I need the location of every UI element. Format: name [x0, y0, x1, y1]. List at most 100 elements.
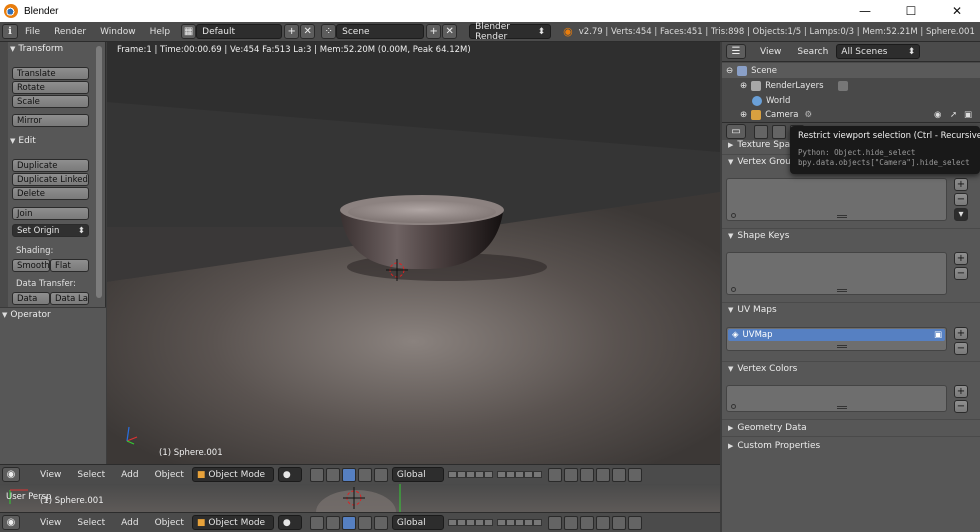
add-scene-icon[interactable]: +: [426, 24, 442, 39]
menu-render[interactable]: Render: [47, 27, 93, 37]
screen-layout-icon[interactable]: ▦: [181, 24, 197, 39]
object-mode-dropdown[interactable]: ■ Object Mode: [191, 467, 274, 482]
expand-icon[interactable]: ⊕: [740, 81, 747, 91]
add-shape-key-button[interactable]: +: [954, 252, 968, 265]
rotate-manipulator-icon[interactable]: [357, 467, 372, 482]
opengl-animation-icon[interactable]: [627, 515, 642, 530]
duplicate-linked-button[interactable]: Duplicate Linked: [12, 173, 89, 186]
tool-shelf-tabs[interactable]: [0, 42, 8, 312]
outliner-item-camera[interactable]: ⊕ Camera ⚙ ◉ ➚ ▣: [722, 107, 980, 122]
rotate-button[interactable]: Rotate: [12, 81, 89, 94]
snap-element-icon[interactable]: [595, 515, 610, 530]
menu-add[interactable]: Add: [113, 518, 146, 528]
scale-manipulator-icon[interactable]: [373, 515, 388, 530]
expand-icon[interactable]: ⊕: [740, 110, 747, 120]
data-layout-button[interactable]: Data La: [50, 292, 89, 305]
uv-maps-panel-header[interactable]: ▼ UV Maps: [728, 305, 777, 315]
lock-layers-icon[interactable]: [547, 467, 562, 482]
shape-keys-list[interactable]: [726, 252, 947, 295]
close-button[interactable]: ✕: [934, 0, 980, 22]
outliner-item-renderlayers[interactable]: ⊕ RenderLayers: [722, 78, 980, 93]
join-button[interactable]: Join: [12, 207, 89, 220]
tool-shelf-scrollbar[interactable]: [96, 46, 102, 298]
outliner-menu-search[interactable]: Search: [789, 47, 836, 57]
menu-select[interactable]: Select: [69, 518, 113, 528]
menu-view[interactable]: View: [32, 518, 69, 528]
viewport-shading-dropdown[interactable]: ●: [277, 467, 302, 482]
pivot-point-icon[interactable]: [309, 467, 324, 482]
scale-manipulator-icon[interactable]: [373, 467, 388, 482]
secondary-3d-viewport[interactable]: User Persp (1) Sphere.001: [0, 484, 720, 512]
screen-layout-field[interactable]: Default: [196, 24, 283, 39]
opengl-render-icon[interactable]: [611, 515, 626, 530]
3d-viewport[interactable]: Frame:1 | Time:00:00.69 | Ve:454 Fa:513 …: [107, 42, 720, 464]
scene-icon[interactable]: ⁘: [321, 24, 337, 39]
shape-keys-panel-header[interactable]: ▼ Shape Keys: [728, 231, 789, 241]
layer-buttons-2[interactable]: [496, 519, 542, 526]
outliner-item-world[interactable]: World: [722, 93, 980, 108]
menu-file[interactable]: File: [18, 27, 47, 37]
delete-scene-icon[interactable]: ✕: [442, 24, 458, 39]
vertex-colors-panel-header[interactable]: ▼ Vertex Colors: [728, 364, 797, 374]
translate-manipulator-icon[interactable]: [341, 467, 356, 482]
editor-type-icon[interactable]: ◉: [2, 467, 20, 482]
set-origin-dropdown[interactable]: Set Origin ⬍: [12, 224, 89, 237]
transform-orientation-dropdown[interactable]: Global: [391, 467, 444, 482]
layer-buttons-2[interactable]: [496, 471, 542, 478]
add-vertex-color-button[interactable]: +: [954, 385, 968, 398]
remove-uv-map-button[interactable]: −: [954, 342, 968, 355]
rotate-manipulator-icon[interactable]: [357, 515, 372, 530]
layer-buttons[interactable]: [447, 471, 493, 478]
flat-button[interactable]: Flat: [50, 259, 89, 272]
render-layers-tab-icon[interactable]: [772, 124, 786, 139]
render-engine-dropdown[interactable]: Blender Render ⬍: [469, 22, 552, 42]
transform-panel-header[interactable]: ▼ Transform: [10, 44, 63, 54]
editor-type-icon[interactable]: ◉: [2, 515, 20, 530]
active-render-icon[interactable]: ▣: [934, 330, 942, 340]
outliner-menu-view[interactable]: View: [752, 47, 789, 57]
object-mode-dropdown[interactable]: ■ Object Mode: [191, 515, 274, 530]
opengl-animation-icon[interactable]: [627, 467, 642, 482]
custom-properties-panel-header[interactable]: ▶ Custom Properties: [728, 441, 820, 451]
manipulator-toggle-icon[interactable]: [325, 515, 340, 530]
edit-panel-header[interactable]: ▼ Edit: [10, 136, 36, 146]
proportional-edit-icon[interactable]: [563, 515, 578, 530]
scale-button[interactable]: Scale: [12, 95, 89, 108]
properties-editor-type-icon[interactable]: ▭: [726, 124, 746, 139]
remove-shape-key-button[interactable]: −: [954, 267, 968, 280]
menu-object[interactable]: Object: [147, 470, 192, 480]
viewport-shading-dropdown[interactable]: ●: [277, 515, 302, 530]
snap-toggle-icon[interactable]: [579, 467, 594, 482]
vertex-colors-list[interactable]: [726, 385, 947, 412]
add-screen-icon[interactable]: +: [284, 24, 300, 39]
menu-select[interactable]: Select: [69, 470, 113, 480]
operator-panel-header[interactable]: ▼ Operator: [2, 310, 51, 320]
remove-vertex-group-button[interactable]: −: [954, 193, 968, 206]
vertex-groups-list[interactable]: [726, 178, 947, 221]
layer-buttons[interactable]: [447, 519, 493, 526]
add-vertex-group-button[interactable]: +: [954, 178, 968, 191]
proportional-edit-icon[interactable]: [563, 467, 578, 482]
delete-screen-icon[interactable]: ✕: [300, 24, 316, 39]
add-uv-map-button[interactable]: +: [954, 327, 968, 340]
data-transfer-button[interactable]: Data: [12, 292, 50, 305]
manipulator-toggle-icon[interactable]: [325, 467, 340, 482]
translate-button[interactable]: Translate: [12, 67, 89, 80]
opengl-render-icon[interactable]: [611, 467, 626, 482]
uv-map-row[interactable]: ◈ UVMap ▣: [728, 329, 945, 341]
scene-field[interactable]: Scene: [336, 24, 425, 39]
uv-maps-list[interactable]: ◈ UVMap ▣: [726, 327, 947, 351]
menu-add[interactable]: Add: [113, 470, 146, 480]
outliner-display-mode-dropdown[interactable]: All Scenes ⬍: [836, 44, 921, 59]
info-editor-type-icon[interactable]: ℹ: [2, 24, 18, 39]
lock-layers-icon[interactable]: [547, 515, 562, 530]
vertex-group-specials-button[interactable]: ▾: [954, 208, 968, 221]
menu-object[interactable]: Object: [147, 518, 192, 528]
remove-vertex-color-button[interactable]: −: [954, 400, 968, 413]
outliner-editor-type-icon[interactable]: ☰: [726, 44, 746, 59]
render-tab-icon[interactable]: [754, 124, 768, 139]
geometry-data-panel-header[interactable]: ▶ Geometry Data: [728, 423, 807, 433]
maximize-button[interactable]: ☐: [888, 0, 934, 22]
duplicate-button[interactable]: Duplicate: [12, 159, 89, 172]
snap-element-icon[interactable]: [595, 467, 610, 482]
